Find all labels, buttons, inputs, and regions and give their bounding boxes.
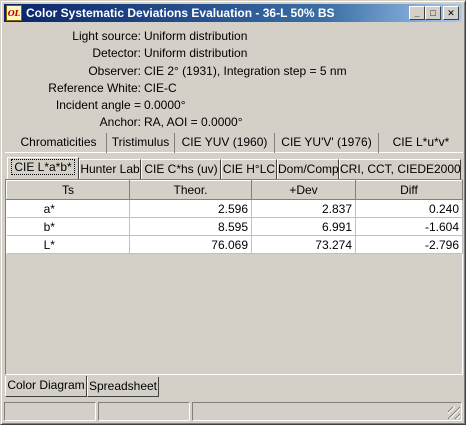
- status-panel-2: [98, 402, 190, 421]
- tab-tristimulus[interactable]: Tristimulus: [107, 133, 175, 153]
- resize-grip-icon[interactable]: [448, 407, 460, 419]
- cell-diff[interactable]: -1.604: [355, 217, 463, 236]
- app-icon[interactable]: OL: [6, 5, 22, 21]
- status-bar: [4, 402, 462, 422]
- table-header-row: Ts Theor. +Dev Diff: [6, 180, 463, 200]
- title-bar[interactable]: OL Color Systematic Deviations Evaluatio…: [4, 4, 462, 22]
- tab-dom-comp[interactable]: Dom/Comp: [277, 159, 339, 179]
- cell-name[interactable]: b*: [6, 217, 130, 236]
- maximize-button[interactable]: □: [425, 6, 441, 20]
- header-theor[interactable]: Theor.: [129, 180, 252, 200]
- tab-cie-chs-uv[interactable]: CIE C*hs (uv): [141, 159, 221, 179]
- cell-theor[interactable]: 2.596: [129, 199, 252, 218]
- cell-dev[interactable]: 73.274: [251, 235, 356, 254]
- cell-theor[interactable]: 76.069: [129, 235, 252, 254]
- status-panel-1: [4, 402, 96, 421]
- info-light-source: Light source: Uniform distribution: [1, 29, 466, 45]
- tab-hunter-lab[interactable]: Hunter Lab: [79, 159, 141, 179]
- tab-cri-cct-ciede2000[interactable]: CRI, CCT, CIEDE2000: [339, 159, 461, 179]
- grid-empty-area: [5, 254, 463, 375]
- info-detector: Detector: Uniform distribution: [1, 46, 466, 62]
- tab-cie-hlc[interactable]: CIE H°LC: [221, 159, 277, 179]
- header-ts[interactable]: Ts: [6, 180, 130, 200]
- info-anchor: Anchor: RA, AOI = 0.0000°: [1, 115, 466, 131]
- window-title: Color Systematic Deviations Evaluation -…: [26, 6, 335, 20]
- tab-cie-yuv-1976[interactable]: CIE YU'V' (1976): [275, 133, 379, 153]
- table-row: b* 8.595 6.991 -1.604: [6, 217, 463, 236]
- header-dev[interactable]: +Dev: [251, 180, 356, 200]
- header-diff[interactable]: Diff: [355, 180, 463, 200]
- info-label: Light source:: [72, 29, 141, 43]
- info-value: CIE-C: [144, 81, 177, 95]
- info-observer: Observer: CIE 2° (1931), Integration ste…: [1, 64, 466, 80]
- cell-diff[interactable]: -2.796: [355, 235, 463, 254]
- info-reference-white: Reference White: CIE-C: [1, 81, 466, 97]
- tab-spreadsheet[interactable]: Spreadsheet: [87, 377, 159, 397]
- minimize-button[interactable]: _: [409, 6, 425, 20]
- main-window: OL Color Systematic Deviations Evaluatio…: [0, 0, 466, 425]
- cell-dev[interactable]: 2.837: [251, 199, 356, 218]
- cell-name[interactable]: L*: [6, 235, 130, 254]
- status-panel-3: [192, 402, 462, 421]
- tab-cie-lab[interactable]: CIE L*a*b*: [7, 157, 79, 179]
- info-label: Detector:: [92, 46, 141, 60]
- info-label: Anchor:: [99, 115, 141, 129]
- cell-theor[interactable]: 8.595: [129, 217, 252, 236]
- cell-diff[interactable]: 0.240: [355, 199, 463, 218]
- info-value: CIE 2° (1931), Integration step = 5 nm: [144, 64, 347, 78]
- info-label: Reference White:: [48, 81, 141, 95]
- tab-row-1: Chromaticities Tristimulus CIE YUV (1960…: [5, 133, 463, 153]
- close-button[interactable]: ✕: [443, 6, 459, 20]
- info-value: Uniform distribution: [144, 46, 248, 60]
- results-table: Ts Theor. +Dev Diff a* 2.596 2.837 0.240…: [6, 180, 463, 254]
- tab-cie-yuv-1960[interactable]: CIE YUV (1960): [175, 133, 275, 153]
- cell-name[interactable]: a*: [6, 199, 130, 218]
- info-value: 0.0000°: [144, 98, 186, 112]
- tab-color-diagram[interactable]: Color Diagram: [5, 376, 87, 397]
- cell-dev[interactable]: 6.991: [251, 217, 356, 236]
- info-value: Uniform distribution: [144, 29, 248, 43]
- tab-chromaticities[interactable]: Chromaticities: [11, 133, 107, 153]
- info-label: Observer:: [88, 64, 141, 78]
- info-label: Incident angle =: [55, 98, 141, 112]
- info-incident-angle: Incident angle = 0.0000°: [1, 98, 466, 114]
- bottom-tabs: Color Diagram Spreadsheet: [5, 376, 463, 397]
- tab-row-2: CIE L*a*b* Hunter Lab CIE C*hs (uv) CIE …: [5, 157, 463, 179]
- table-row: a* 2.596 2.837 0.240: [6, 199, 463, 218]
- tab-cie-lab-label: CIE L*a*b*: [11, 159, 75, 175]
- table-row: L* 76.069 73.274 -2.796: [6, 235, 463, 254]
- tab-cie-luv[interactable]: CIE L*u*v*: [379, 133, 463, 153]
- info-value: RA, AOI = 0.0000°: [144, 115, 243, 129]
